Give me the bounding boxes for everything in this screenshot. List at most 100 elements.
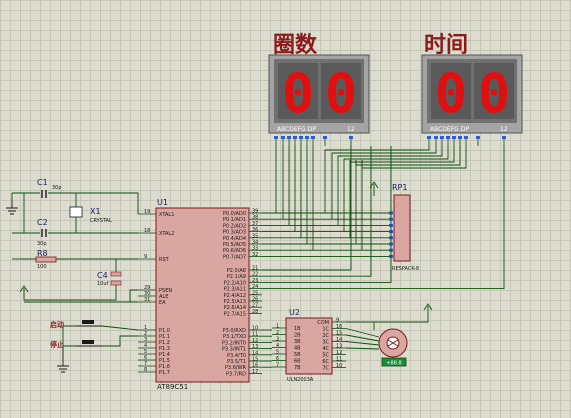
u2-part: ULN2003A — [287, 377, 314, 383]
u1-right-pin-name: P3.3/INT1 — [222, 347, 246, 353]
motor-readout: +88.8 — [386, 361, 401, 367]
u1-right-pin-number: 24 — [252, 284, 258, 290]
schematic-drawing: 圈数 时间 0 0 ABCDEFG DP 12 0 0 ABCDEFG DP 1… — [6, 32, 523, 391]
reset-circuit[interactable]: R8 100 C4 10uf — [19, 249, 122, 298]
c1-ref: C1 — [37, 178, 48, 187]
wire — [346, 318, 429, 323]
u1-right-pin-number: 26 — [252, 297, 258, 303]
u1-right-pin-number: 34 — [252, 240, 258, 246]
u1-right-pin-name: P2.2/A10 — [224, 280, 246, 286]
oscillator-circuit[interactable]: C1 30p C2 30p X1 CRYSTAL — [6, 178, 112, 247]
u2-right-pin-name: 5C — [322, 353, 329, 359]
rp1-resistor-pack[interactable]: RP1 RESPACK-8 — [369, 181, 419, 272]
u1-right-pin-number: 28 — [252, 309, 258, 315]
u1-left-pin-number: 18 — [144, 228, 150, 234]
u1-right-pin-number: 11 — [252, 332, 258, 338]
u2-left-pin-number: 2 — [276, 330, 279, 336]
stepper-motor[interactable]: +88.8 — [378, 303, 433, 367]
u1-left-pin-name: XTAL1 — [159, 212, 174, 218]
switch-start-label: 启动 — [50, 320, 64, 329]
wire — [62, 325, 76, 348]
u2-right-pin-name: 3C — [322, 340, 329, 346]
u1-right-pin-name: P2.3/A11 — [224, 287, 246, 293]
wire — [345, 341, 380, 346]
wire — [349, 146, 455, 163]
display-pin — [299, 136, 303, 139]
c4-plate-b — [110, 280, 122, 286]
switch-stop-actuator — [82, 340, 94, 344]
display-pin — [305, 136, 309, 139]
u2-left-pin-number: 3 — [276, 337, 279, 343]
u2-right-pin-number: 16 — [336, 324, 342, 330]
u2-right-pin-number: 14 — [336, 337, 342, 343]
wire — [345, 347, 380, 350]
display-pin — [452, 136, 456, 139]
u1-right-pin-number: 37 — [252, 221, 258, 227]
display-pin — [440, 136, 444, 139]
r8-value: 100 — [37, 264, 47, 270]
u1-right-pin-number: 13 — [252, 344, 258, 350]
lap-display-pin-labels: ABCDEFG DP — [277, 126, 316, 133]
wire — [262, 146, 392, 283]
u1-left-pin-name: EA — [159, 300, 166, 306]
u1-right-pin-name: P2.6/A14 — [224, 305, 246, 311]
u2-right-pin-number: 11 — [336, 357, 342, 363]
u1-microcontroller[interactable]: U1 AT89C51 19 XTAL118 XTAL29 RST29 PSEN30 ALE… — [138, 198, 262, 391]
display-pin — [434, 136, 438, 139]
c2-value: 30p — [37, 241, 47, 247]
wire-net — [11, 136, 506, 368]
vcc-arrow — [19, 285, 29, 298]
time-display[interactable]: 0 0 ABCDEFG DP 12 — [421, 54, 523, 134]
x1-ref: X1 — [90, 207, 101, 216]
u2-driver[interactable]: U2 ULN2003A 1 1B2 2B3 3B4 4B5 5B6 6B7 7B9COM161… — [272, 308, 346, 383]
u1-right-pin-number: 17 — [252, 369, 258, 375]
wire — [331, 146, 437, 160]
u1-right-pin-name: P2.4/A12 — [224, 293, 246, 299]
u1-right-pin-name: P3.5/T1 — [227, 359, 246, 365]
u2-right-pin-number: 12 — [336, 350, 342, 356]
u1-right-pin-name: P2.1/A9 — [227, 274, 246, 280]
u2-left-pin-name: 4B — [294, 346, 301, 352]
time-digit-2: 0 — [478, 62, 511, 125]
display-pin — [446, 136, 450, 139]
u2-left-pin-name: 7B — [294, 365, 301, 371]
u1-right-pin-name: P3.4/T0 — [227, 353, 246, 359]
u2-right-pin-number: 9 — [336, 318, 339, 324]
u1-right-pin-number: 38 — [252, 215, 258, 221]
switch-stop[interactable]: 停止 — [50, 340, 102, 349]
u1-right-pin-number: 36 — [252, 227, 258, 233]
lap-count-digit-2: 0 — [325, 62, 358, 125]
ground-icon — [6, 199, 18, 215]
u1-right-pin-name: P0.2/AD2 — [223, 223, 246, 229]
u1-right-pin-number: 21 — [252, 266, 258, 272]
u1-left-pin-name: RST — [159, 257, 170, 263]
switch-start[interactable]: 启动 — [50, 320, 102, 329]
lap-count-display[interactable]: 0 0 ABCDEFG DP 12 — [268, 54, 370, 134]
u2-ref: U2 — [289, 308, 300, 317]
u2-right-pin-name: 2C — [322, 333, 329, 339]
u2-left-pin-number: 4 — [276, 343, 279, 349]
u2-right-pin-name: 1C — [322, 327, 329, 333]
display-pin — [274, 136, 278, 139]
u1-right-pin-name: P0.4/AD4 — [223, 236, 246, 242]
wire — [23, 193, 77, 233]
display-pin — [281, 136, 285, 139]
u1-left-pin-number: 9 — [144, 254, 147, 260]
u2-right-pin-name: COM — [317, 320, 329, 326]
u1-right-pin-number: 23 — [252, 278, 258, 284]
u1-right-pin-number: 10 — [252, 326, 258, 332]
display-pin — [464, 136, 468, 139]
rp1-ref: RP1 — [392, 183, 407, 192]
u1-right-pin-number: 27 — [252, 303, 258, 309]
u1-right-pin-name: P2.0/A8 — [227, 268, 246, 274]
display-pin — [287, 136, 291, 139]
u2-left-pin-name: 5B — [294, 352, 301, 358]
u1-right-pin-name: P0.7/AD7 — [223, 254, 246, 260]
c4-value: 10uf — [97, 281, 109, 287]
lap-display-common-label: 12 — [347, 126, 355, 133]
display-pin — [323, 136, 327, 139]
u1-left-pin-number: 19 — [144, 209, 150, 215]
u1-right-pin-number: 32 — [252, 252, 258, 258]
schematic-canvas: 圈数 时间 0 0 ABCDEFG DP 12 0 0 ABCDEFG DP 1… — [0, 0, 571, 418]
ground-icon-switches — [57, 348, 69, 373]
